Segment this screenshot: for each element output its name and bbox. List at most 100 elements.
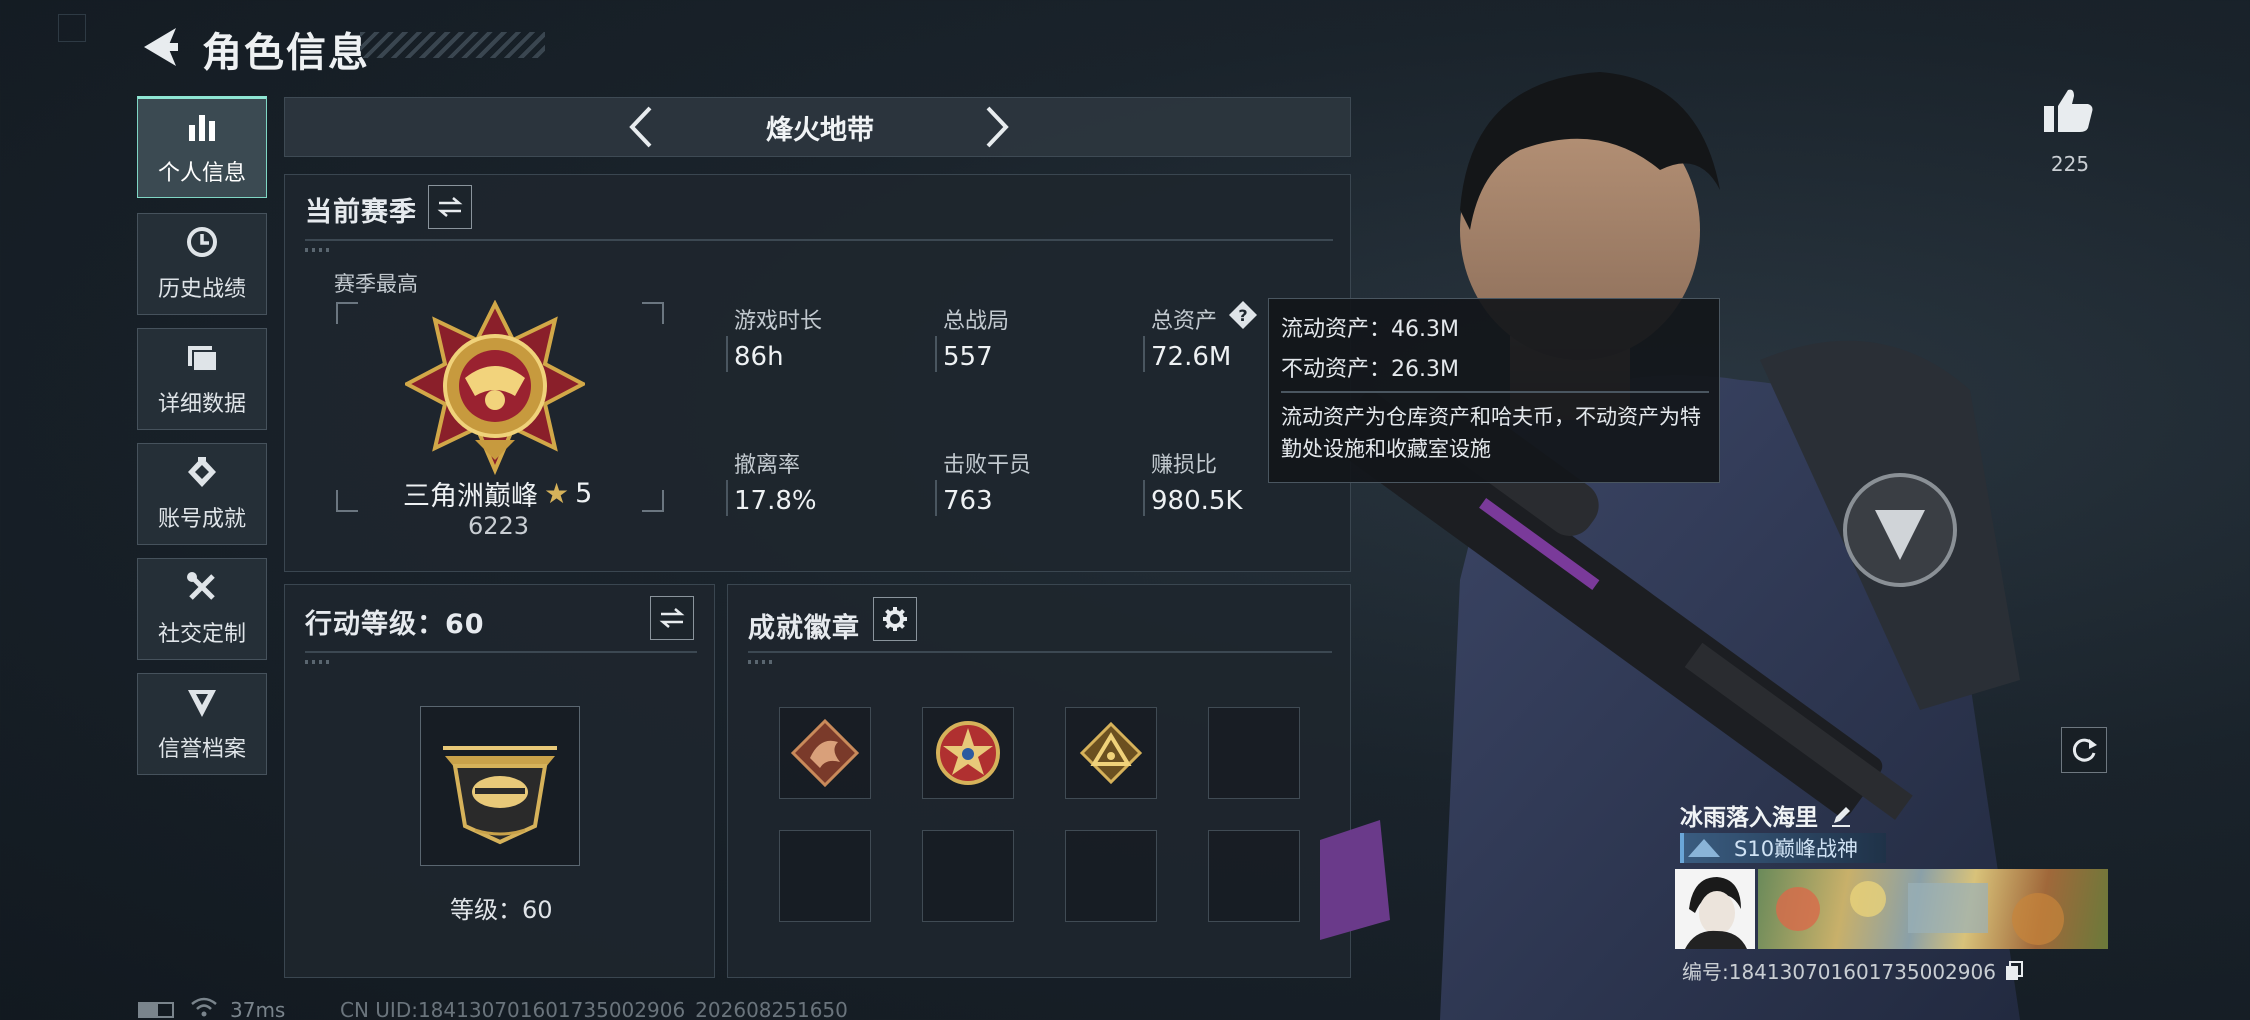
tooltip-fixed-assets: 不动资产：26.3M [1281, 357, 1459, 382]
frame-corner [642, 302, 664, 324]
stat-value-total-assets: 72.6M [1151, 342, 1232, 372]
sidebar-item-label: 信誉档案 [157, 737, 246, 762]
divider-dots [748, 660, 776, 664]
sidebar-item-label: 账号成就 [157, 507, 246, 532]
stat-label-playtime: 游戏时长 [734, 309, 823, 334]
swap-icon [437, 197, 463, 217]
sidebar-item-reputation[interactable]: 信誉档案 [137, 673, 267, 775]
star-badge-icon [936, 721, 1000, 785]
refresh-button[interactable] [2061, 727, 2107, 773]
season-best-label: 赛季最高 [334, 272, 418, 296]
stat-label-total-assets: 总资产 [1151, 309, 1218, 334]
badge-slot-star[interactable] [922, 707, 1014, 799]
mode-next-button[interactable] [978, 104, 1014, 150]
stat-separator [1143, 336, 1145, 372]
tooltip-divider [1281, 391, 1709, 393]
corner-decoration [58, 14, 86, 42]
stat-label-operators-defeated: 击败干员 [943, 453, 1032, 478]
footer-uid: CN UID:184130701601735002906_20260825165… [340, 998, 848, 1020]
triangle-badge-icon [1079, 721, 1143, 785]
back-arrow-icon [144, 28, 178, 66]
ping-text: 37ms [230, 998, 286, 1020]
stat-value-total-matches: 557 [943, 342, 993, 372]
tools-icon [185, 570, 219, 612]
season-switch-button[interactable] [428, 185, 472, 229]
gear-icon [883, 607, 907, 631]
refresh-icon [2072, 738, 2097, 762]
sidebar-item-label: 个人信息 [157, 161, 246, 186]
player-name: 冰雨落入海里 [1680, 798, 1854, 832]
sidebar-item-achievements[interactable]: 账号成就 [137, 443, 267, 545]
mode-label: 烽火地带 [766, 115, 874, 146]
stat-value-profit-loss: 980.5K [1151, 486, 1243, 516]
stat-separator [726, 480, 728, 516]
stat-value-operators-defeated: 763 [943, 486, 993, 516]
medal-icon [185, 455, 219, 497]
action-level-title: 行动等级：60 [305, 609, 485, 640]
player-name-text: 冰雨落入海里 [1680, 805, 1818, 831]
action-level-switch-button[interactable] [650, 596, 694, 640]
action-level-emblem-frame [420, 706, 580, 866]
rank-emblem [402, 299, 588, 478]
bar-chart-icon [185, 109, 219, 151]
divider [305, 651, 697, 653]
edit-name-icon[interactable] [1830, 803, 1854, 827]
mode-prev-button[interactable] [624, 104, 660, 150]
rank-stars: 5 [575, 478, 593, 509]
stat-separator [726, 336, 728, 372]
tooltip-description: 流动资产为仓库资产和哈夫币，不动资产为特勤处设施和收藏室设施 [1281, 405, 1701, 461]
back-button[interactable] [138, 22, 182, 72]
shield-icon [185, 685, 219, 727]
stat-value-playtime: 86h [734, 342, 784, 372]
frame-corner [336, 302, 358, 324]
title-hatch-decoration [360, 32, 545, 58]
sidebar-item-label: 社交定制 [157, 622, 246, 647]
badges-settings-button[interactable] [873, 597, 917, 641]
rank-points: 6223 [468, 512, 530, 540]
asset-help-icon[interactable]: ? [1228, 300, 1258, 330]
star-icon: ★ [544, 477, 570, 510]
badge-slot-triangle[interactable] [1065, 707, 1157, 799]
badge-slot-empty[interactable] [779, 830, 871, 922]
badge-slot-empty[interactable] [1208, 830, 1300, 922]
sidebar-item-history[interactable]: 历史战绩 [137, 213, 267, 315]
sidebar-item-social-custom[interactable]: 社交定制 [137, 558, 267, 660]
divider-dots [305, 660, 333, 664]
helicopter-emblem-icon [443, 746, 557, 845]
badge-slot-empty[interactable] [922, 830, 1014, 922]
badge-slot-empty[interactable] [1208, 707, 1300, 799]
title-badge-icon [1684, 835, 1724, 861]
page-title: 角色信息 [202, 30, 370, 76]
svg-text:?: ? [1238, 306, 1247, 325]
wifi-icon [190, 996, 218, 1018]
assets-tooltip: 流动资产：46.3M 不动资产：26.3M 流动资产为仓库资产和哈夫币，不动资产… [1268, 298, 1720, 483]
swap-icon [659, 608, 685, 628]
action-level-text: 等级：60 [450, 896, 553, 924]
badge-slot-empty[interactable] [1065, 830, 1157, 922]
stat-label-total-matches: 总战局 [943, 309, 1010, 334]
divider [305, 239, 1333, 241]
divider [748, 651, 1332, 653]
thumbs-up-icon [2044, 89, 2093, 132]
sidebar-item-personal-info[interactable]: 个人信息 [137, 96, 267, 198]
frame-corner [642, 490, 664, 512]
copy-icon[interactable] [2004, 960, 2024, 982]
history-icon [185, 225, 219, 267]
chevron-left-icon [629, 106, 652, 148]
stat-label-extraction-rate: 撤离率 [734, 453, 801, 478]
sidebar-item-detailed-data[interactable]: 详细数据 [137, 328, 267, 430]
player-title-badge: S10巅峰战神 [1680, 833, 1886, 863]
tooltip-liquid-assets: 流动资产：46.3M [1281, 317, 1459, 342]
player-avatar[interactable] [1675, 869, 1755, 949]
stat-separator [1143, 480, 1145, 516]
folder-icon [185, 340, 219, 382]
player-banner[interactable] [1758, 869, 2108, 949]
badge-slot-dragon[interactable] [779, 707, 871, 799]
battery-icon [138, 1002, 174, 1018]
divider-dots [305, 248, 333, 252]
stat-separator [935, 480, 937, 516]
rank-name: 三角洲巅峰 ★ 5 [403, 474, 592, 513]
like-button[interactable] [2040, 86, 2100, 146]
dragon-badge-icon [790, 718, 860, 788]
stat-value-extraction-rate: 17.8% [734, 486, 817, 516]
